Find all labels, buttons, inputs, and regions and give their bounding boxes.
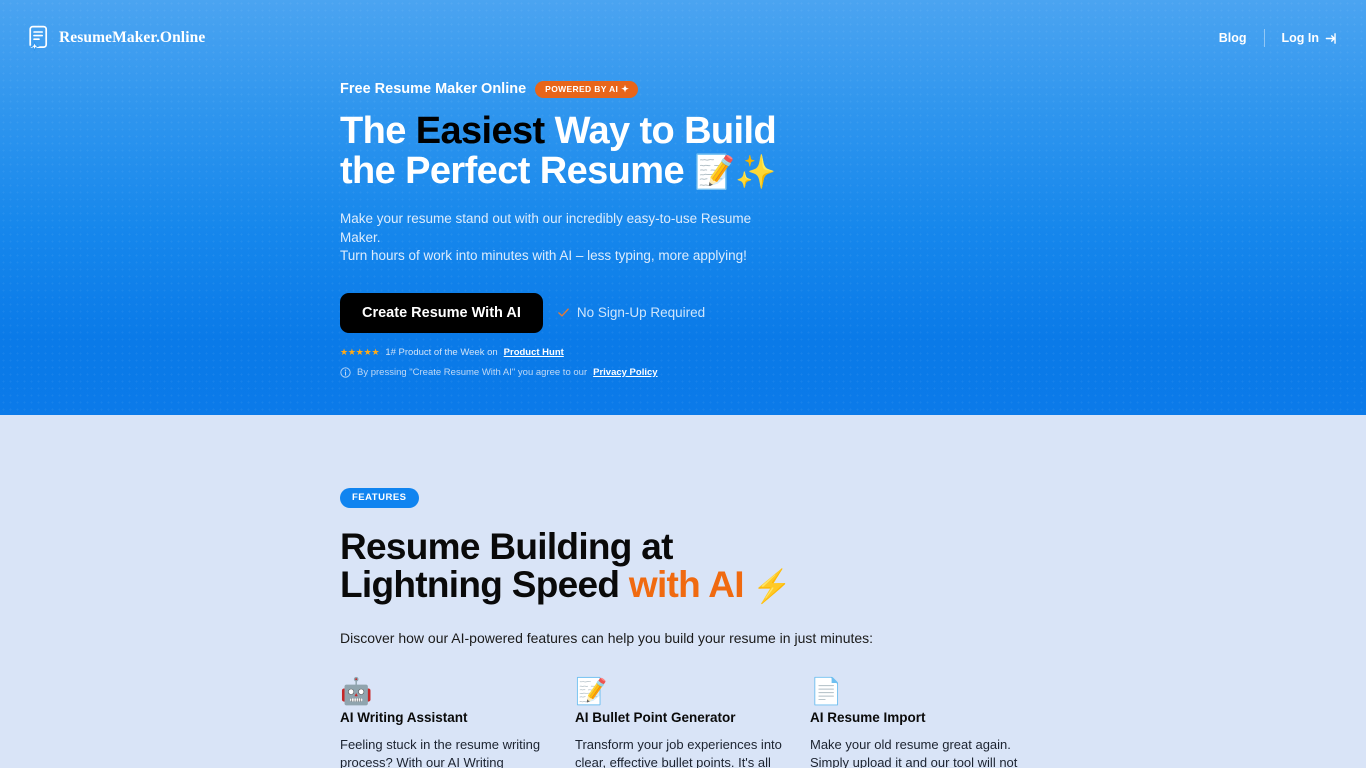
no-signup-note: No Sign-Up Required — [557, 305, 705, 320]
landing-page: ResumeMaker.Online Blog Log In Free Resu… — [0, 0, 1366, 768]
privacy-policy-link[interactable]: Privacy Policy — [593, 367, 657, 378]
no-signup-label: No Sign-Up Required — [576, 305, 706, 320]
robot-icon: 🤖 — [340, 675, 373, 706]
brand-name: ResumeMaker.Online — [59, 29, 206, 46]
rating-stars: ★★★★★ — [340, 346, 380, 357]
features-content: FEATURES Resume Building at Lightning Sp… — [340, 487, 1060, 768]
powered-by-ai-label: POWERED BY AI — [545, 83, 619, 94]
hero-title-highlight: Easiest — [415, 110, 546, 152]
memo-icon: 📝 — [575, 675, 608, 706]
hero-title: The Easiest Way to Build the Perfect Res… — [340, 110, 960, 192]
hero-eyebrow: Free Resume Maker Online — [340, 81, 527, 97]
hero-subtitle-line1: Make your resume stand out with our incr… — [340, 211, 752, 245]
features-badge: FEATURES — [340, 488, 419, 508]
hero-title-line2-text: the Perfect Resume — [340, 149, 694, 192]
features-title-accent: with AI — [628, 563, 745, 605]
hero-title-post: Way to Build — [544, 110, 777, 152]
product-hunt-text: 1# Product of the Week on — [385, 346, 498, 358]
lightning-icon: ⚡ — [752, 567, 792, 604]
features-title-line1: Resume Building at — [340, 525, 673, 567]
feature-cards: 🤖 AI Writing Assistant Feeling stuck in … — [340, 676, 1060, 768]
nav-link-login[interactable]: Log In — [1265, 25, 1339, 51]
features-section: FEATURES Resume Building at Lightning Sp… — [0, 415, 1366, 768]
login-label: Log In — [1281, 31, 1320, 45]
feature-card-body: Transform your job experiences into clea… — [575, 736, 782, 768]
site-header: ResumeMaker.Online Blog Log In — [0, 0, 1366, 76]
features-title-line2: Lightning Speed with AI ⚡ — [340, 563, 792, 605]
login-arrow-icon — [1325, 32, 1338, 45]
feature-card: 📝 AI Bullet Point Generator Transform yo… — [575, 676, 810, 768]
legal-row: By pressing "Create Resume With AI" you … — [340, 367, 960, 378]
memo-sparkles-icon: 📝✨ — [693, 152, 777, 190]
features-title: Resume Building at Lightning Speed with … — [340, 525, 1060, 605]
hero-eyebrow-row: Free Resume Maker Online POWERED BY AI ✦ — [340, 78, 960, 100]
info-circle-icon — [340, 366, 351, 378]
hero-section: ResumeMaker.Online Blog Log In Free Resu… — [0, 0, 1366, 415]
feature-card: 🤖 AI Writing Assistant Feeling stuck in … — [340, 676, 575, 768]
header-nav: Blog Log In — [1202, 25, 1338, 51]
sparkle-icon: ✦ — [621, 83, 630, 94]
hero-title-line1: The Easiest Way to Build — [340, 110, 777, 152]
feature-card-body: Make your old resume great again. Simply… — [810, 736, 1018, 768]
product-hunt-link[interactable]: Product Hunt — [504, 347, 564, 358]
feature-card: 📄 AI Resume Import Make your old resume … — [810, 676, 1045, 768]
hero-subtitle: Make your resume stand out with our incr… — [340, 210, 790, 266]
hero-title-line2: the Perfect Resume 📝✨ — [340, 150, 776, 192]
page-icon: 📄 — [810, 675, 843, 706]
document-sparkle-icon — [28, 25, 50, 51]
product-hunt-row: ★★★★★ 1# Product of the Week on Product … — [340, 347, 960, 358]
feature-card-body: Feeling stuck in the resume writing proc… — [340, 736, 541, 768]
features-title-line2-pre: Lightning Speed — [340, 563, 629, 605]
legal-text: By pressing "Create Resume With AI" you … — [357, 366, 588, 378]
features-description: Discover how our AI-powered features can… — [340, 629, 874, 646]
feature-card-title: AI Writing Assistant — [340, 709, 468, 725]
create-resume-button[interactable]: Create Resume With AI — [340, 292, 543, 333]
brand-logo[interactable]: ResumeMaker.Online — [28, 25, 205, 51]
powered-by-ai-badge: POWERED BY AI ✦ — [535, 80, 639, 98]
hero-subtitle-line2: Turn hours of work into minutes with AI … — [340, 248, 747, 263]
check-icon — [557, 306, 570, 319]
nav-link-blog[interactable]: Blog — [1202, 25, 1264, 51]
hero-title-pre: The — [340, 110, 416, 152]
feature-card-title: AI Bullet Point Generator — [575, 709, 736, 725]
hero-cta-row: Create Resume With AI No Sign-Up Require… — [340, 292, 960, 333]
hero-content: Free Resume Maker Online POWERED BY AI ✦… — [340, 78, 960, 378]
feature-card-title: AI Resume Import — [810, 709, 926, 725]
